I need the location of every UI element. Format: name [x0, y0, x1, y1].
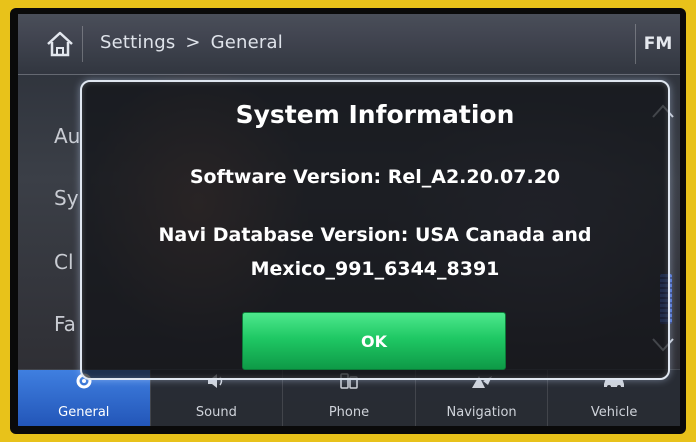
top-bar: Settings > General FM [18, 14, 680, 75]
breadcrumb-settings[interactable]: Settings [100, 32, 175, 53]
navi-database-version-text-cont: Mexico_991_6344_8391 [250, 258, 500, 280]
home-icon [47, 31, 73, 57]
ok-button[interactable]: OK [242, 312, 506, 370]
breadcrumb-general: General [210, 32, 283, 53]
audio-source-button[interactable]: FM [635, 24, 680, 64]
head-unit-screen: Settings > General FM Au Sy Cl Fa Genera… [18, 14, 680, 426]
tab-label: General [58, 405, 110, 420]
tab-label: Navigation [446, 405, 517, 420]
software-version-text: Software Version: Rel_A2.20.07.20 [189, 166, 561, 188]
dialog-title: System Information [235, 100, 515, 129]
breadcrumb-separator: > [185, 32, 201, 53]
system-information-dialog: System Information Software Version: Rel… [80, 80, 670, 380]
tab-label: Vehicle [590, 405, 638, 420]
home-button[interactable] [38, 26, 83, 62]
breadcrumb: Settings > General [100, 32, 283, 53]
screen-bezel: Settings > General FM Au Sy Cl Fa Genera… [10, 8, 686, 434]
tab-label: Phone [328, 405, 370, 420]
navi-database-version-text: Navi Database Version: USA Canada and [158, 224, 592, 246]
tab-label: Sound [195, 405, 237, 420]
